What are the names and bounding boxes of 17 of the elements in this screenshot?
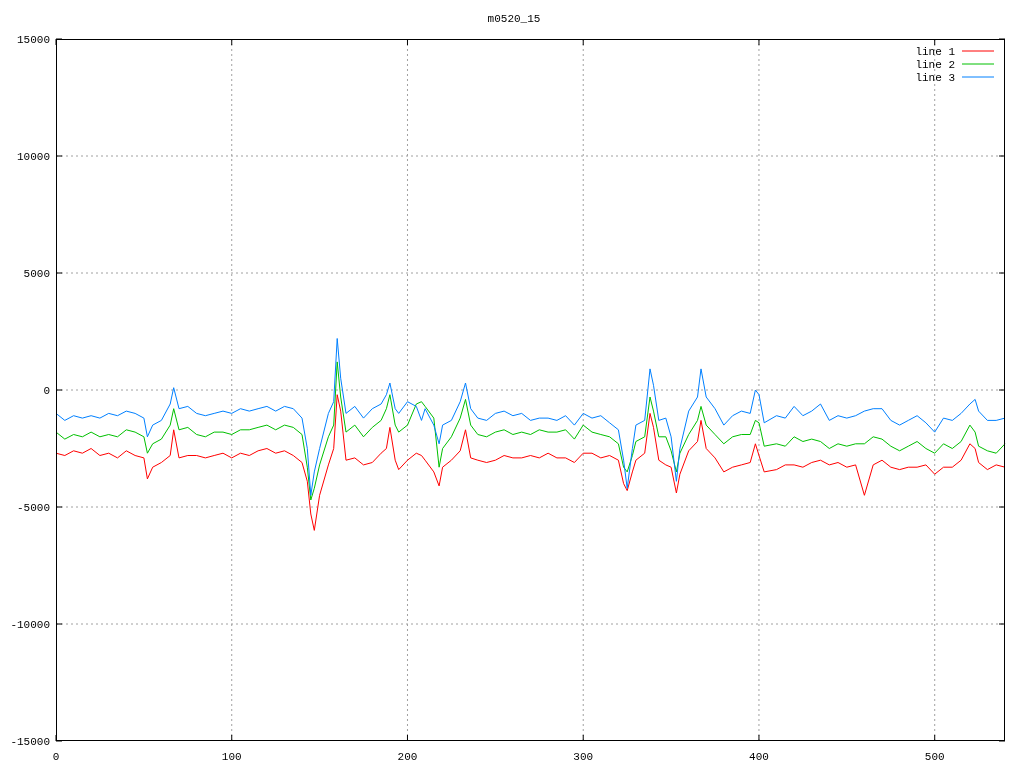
legend-label: line 3 [915, 72, 955, 84]
y-tick-label: -5000 [17, 502, 50, 514]
x-tick-label: 500 [924, 751, 945, 763]
x-tick-label: 400 [749, 751, 769, 763]
x-tick-label: 100 [221, 751, 242, 763]
legend-label: line 1 [915, 46, 955, 58]
legend-label: line 2 [915, 59, 955, 71]
y-tick-label: 0 [43, 385, 50, 397]
x-tick-label: 300 [573, 751, 594, 763]
x-tick-label: 0 [52, 751, 60, 763]
y-tick-label: 5000 [23, 268, 50, 280]
y-tick-label: -10000 [10, 619, 50, 631]
y-tick-label: -15000 [10, 736, 50, 748]
y-tick-label: 15000 [17, 34, 50, 46]
chart-title: m0520_15 [487, 13, 541, 25]
x-tick-label: 200 [397, 751, 418, 763]
y-tick-label: 10000 [17, 151, 50, 163]
